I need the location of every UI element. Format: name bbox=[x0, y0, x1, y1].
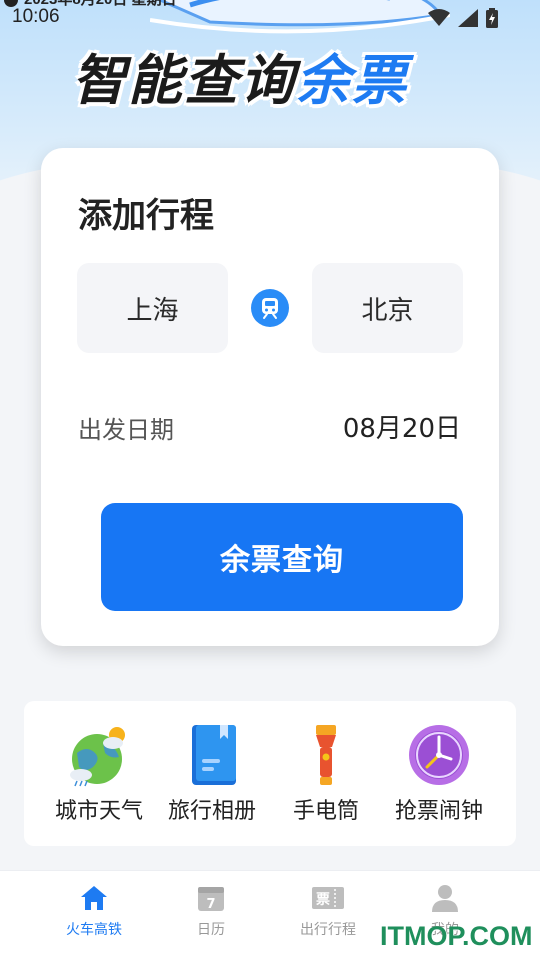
train-icon[interactable] bbox=[251, 289, 289, 327]
to-city-text: 北京 bbox=[361, 295, 414, 326]
headline-dark-text: 智能查询 bbox=[72, 49, 296, 112]
to-city-field[interactable]: 北京 bbox=[312, 263, 463, 353]
home-icon bbox=[81, 886, 107, 910]
query-button[interactable]: 余票查询 bbox=[101, 503, 463, 611]
headline: 智能查询余票 bbox=[72, 36, 408, 115]
calendar-day-text: 7 bbox=[206, 897, 215, 912]
wifi-icon bbox=[428, 9, 450, 26]
tool-flashlight[interactable]: 手电筒 bbox=[266, 723, 386, 833]
nav-label: 日历 bbox=[197, 922, 225, 938]
watermark: ITMOP.COM bbox=[380, 921, 533, 951]
user-icon bbox=[432, 885, 458, 912]
status-bar: 2023年8月20日 星期日 10:06 bbox=[0, 0, 540, 36]
trip-card: 添加行程 上海 北京 出发日期 08月20日 余票查询 bbox=[41, 148, 499, 646]
status-time: 10:06 bbox=[12, 6, 60, 27]
tools-panel: 城市天气 旅行相册 手电筒 抢票闹钟 bbox=[24, 701, 516, 846]
from-city-text: 上海 bbox=[126, 295, 179, 326]
alarm-clock-icon bbox=[409, 725, 469, 785]
date-label: 出发日期 bbox=[78, 416, 174, 444]
tool-city-weather[interactable]: 城市天气 bbox=[39, 723, 159, 833]
weather-globe-icon bbox=[70, 727, 125, 787]
nav-label: 出行行程 bbox=[300, 922, 356, 938]
signal-icon bbox=[458, 9, 478, 27]
train-glyph-icon bbox=[262, 298, 278, 319]
battery-charging-icon bbox=[486, 8, 498, 28]
nav-train[interactable]: 火车高铁 bbox=[34, 883, 154, 953]
query-button-label: 余票查询 bbox=[220, 543, 344, 578]
tool-label: 手电筒 bbox=[292, 799, 359, 824]
from-city-field[interactable]: 上海 bbox=[77, 263, 228, 353]
status-icons bbox=[428, 8, 498, 28]
ticket-icon-text: 票 bbox=[316, 892, 330, 908]
tool-label: 抢票闹钟 bbox=[394, 799, 483, 824]
calendar-icon: 7 bbox=[198, 887, 224, 912]
nav-itinerary[interactable]: 票 出行行程 bbox=[268, 883, 388, 953]
nav-calendar[interactable]: 7 日历 bbox=[151, 883, 271, 953]
tool-travel-album[interactable]: 旅行相册 bbox=[152, 723, 272, 833]
headline-blue-text: 余票 bbox=[296, 49, 408, 112]
card-title: 添加行程 bbox=[78, 196, 214, 236]
tool-label: 旅行相册 bbox=[167, 799, 256, 824]
flashlight-icon bbox=[316, 725, 336, 785]
tool-ticket-alarm[interactable]: 抢票闹钟 bbox=[379, 723, 499, 833]
tool-label: 城市天气 bbox=[54, 799, 143, 824]
date-value[interactable]: 08月20日 bbox=[343, 408, 461, 445]
album-book-icon bbox=[192, 725, 236, 785]
nav-label: 火车高铁 bbox=[66, 922, 122, 938]
ticket-icon: 票 bbox=[312, 887, 344, 909]
